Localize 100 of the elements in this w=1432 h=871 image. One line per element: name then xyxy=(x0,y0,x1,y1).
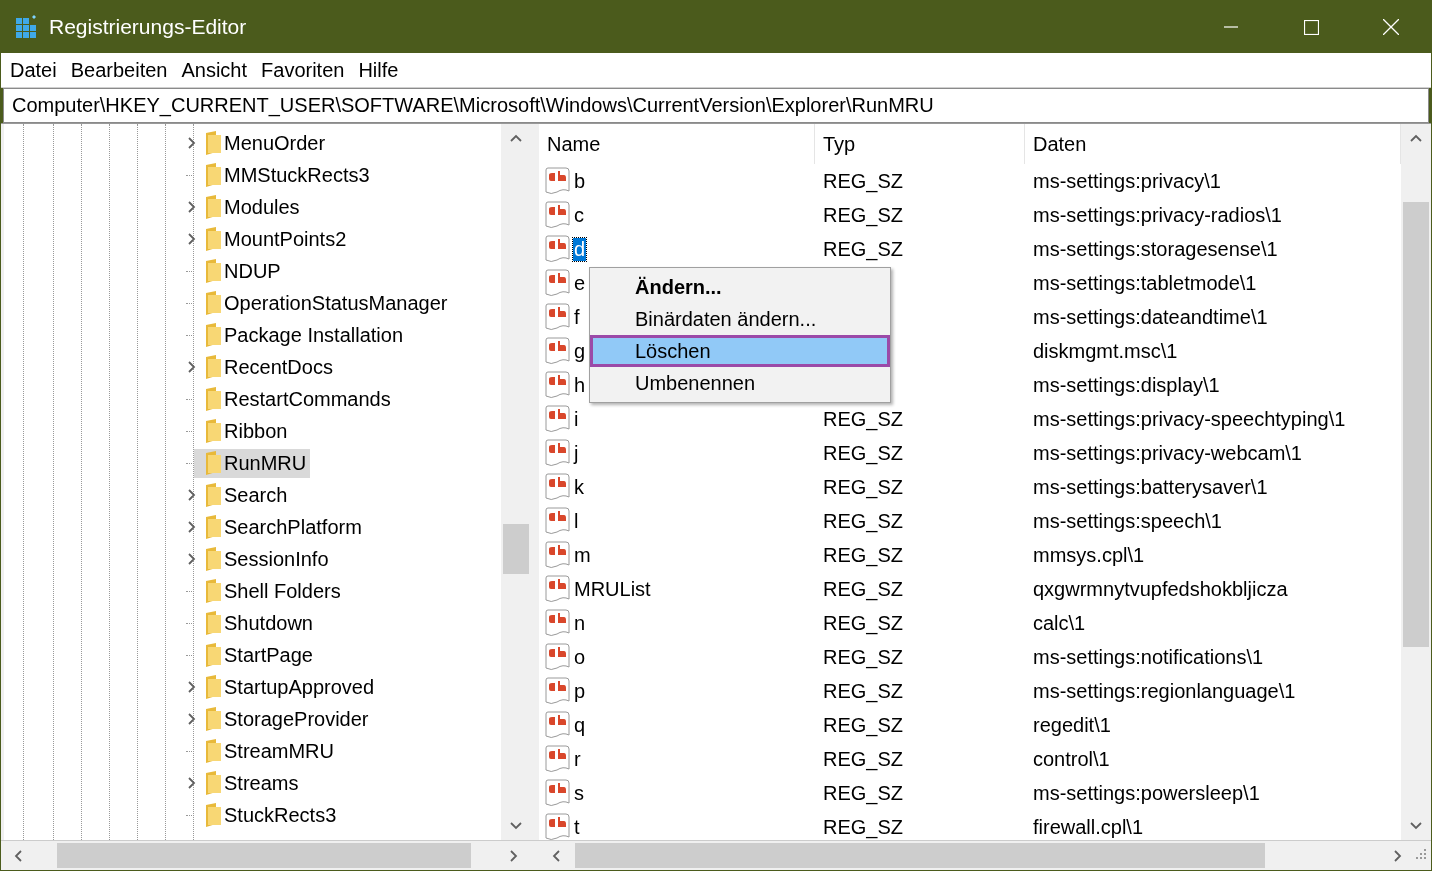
folder-icon xyxy=(204,355,222,379)
tree-item[interactable]: OperationStatusManager xyxy=(194,288,452,318)
tree-item[interactable]: Shell Folders xyxy=(194,576,345,606)
table-cell: REG_SZ xyxy=(823,441,904,465)
tree-item[interactable]: Search xyxy=(194,480,292,510)
value-name[interactable]: s xyxy=(573,781,585,805)
folder-icon xyxy=(204,803,222,827)
tree-item[interactable]: StartupApproved xyxy=(194,672,379,702)
table-cell: REG_SZ xyxy=(823,509,904,533)
value-name[interactable]: n xyxy=(573,611,587,635)
tree-item[interactable]: Shutdown xyxy=(194,608,317,638)
folder-icon xyxy=(204,579,222,603)
menu-item[interactable]: Datei xyxy=(3,58,64,82)
document-icon xyxy=(545,507,571,535)
tree-item[interactable]: NDUP xyxy=(194,256,285,286)
close-icon xyxy=(1383,19,1399,35)
menu-item[interactable]: Ändern... xyxy=(590,271,890,303)
tree-item[interactable]: StreamMRU xyxy=(194,736,338,766)
table-cell: control\1 xyxy=(1033,747,1110,771)
document-icon xyxy=(545,779,571,807)
scrollbar-thumb[interactable] xyxy=(503,524,529,574)
menu-item[interactable]: Favoriten xyxy=(254,58,352,82)
table-cell: REG_SZ xyxy=(823,169,904,193)
scroll-left-icon[interactable] xyxy=(551,849,563,862)
value-name[interactable]: k xyxy=(573,475,585,499)
table-cell: regedit\1 xyxy=(1033,713,1111,737)
table-cell: REG_SZ xyxy=(823,815,904,839)
value-name[interactable]: h xyxy=(573,373,587,397)
address-bar[interactable]: Computer\HKEY_CURRENT_USER\SOFTWARE\Microsoft\Windows\CurrentVersion\Explorer\RunMRU xyxy=(3,88,1429,123)
value-name[interactable]: j xyxy=(573,441,580,465)
folder-icon xyxy=(204,291,222,315)
scroll-down-icon[interactable] xyxy=(1410,819,1422,831)
value-name[interactable]: b xyxy=(573,169,587,193)
document-icon xyxy=(545,439,571,467)
menu-item[interactable]: Hilfe xyxy=(351,58,406,82)
scroll-right-icon[interactable] xyxy=(507,849,519,862)
tree-item[interactable]: RunMRU xyxy=(194,448,311,478)
menu-item[interactable]: Binärdaten ändern... xyxy=(590,303,890,335)
tree-item[interactable]: StartPage xyxy=(194,640,317,670)
scrollbar-thumb[interactable] xyxy=(575,843,1265,868)
tree-item[interactable]: SearchPlatform xyxy=(194,512,366,542)
value-name[interactable]: o xyxy=(573,645,587,669)
table-cell: REG_SZ xyxy=(823,475,904,499)
scroll-down-icon[interactable] xyxy=(510,819,522,831)
scrollbar-thumb[interactable] xyxy=(57,843,471,868)
value-name[interactable]: d xyxy=(573,237,587,261)
document-icon xyxy=(545,371,571,399)
value-name[interactable]: p xyxy=(573,679,587,703)
folder-icon xyxy=(204,547,222,571)
tree-item[interactable]: MMStuckRects3 xyxy=(194,160,374,190)
value-name[interactable]: l xyxy=(573,509,580,533)
folder-icon xyxy=(204,483,222,507)
value-name[interactable]: t xyxy=(573,815,581,839)
document-icon xyxy=(545,405,571,433)
tree-item[interactable]: Ribbon xyxy=(194,416,292,446)
column-header[interactable]: Typ xyxy=(815,124,1025,164)
folder-icon xyxy=(204,195,222,219)
column-header[interactable]: Name xyxy=(539,124,815,164)
document-icon xyxy=(545,609,571,637)
value-name[interactable]: c xyxy=(573,203,585,227)
document-icon xyxy=(545,269,571,297)
value-name[interactable]: i xyxy=(573,407,580,431)
table-cell: ms-settings:display\1 xyxy=(1033,373,1220,397)
scrollbar-thumb[interactable] xyxy=(1403,202,1429,647)
tree-item[interactable]: Package Installation xyxy=(194,320,407,350)
tree-item[interactable]: MenuOrder xyxy=(194,128,330,158)
folder-icon xyxy=(204,611,222,635)
table-cell: ms-settings:privacy-radios\1 xyxy=(1033,203,1282,227)
tree-item[interactable]: RestartCommands xyxy=(194,384,395,414)
value-name[interactable]: g xyxy=(573,339,587,363)
resize-grip-icon[interactable] xyxy=(1415,847,1427,860)
value-name[interactable]: e xyxy=(573,271,587,295)
menu-item[interactable]: Ansicht xyxy=(174,58,255,82)
tree-item[interactable]: RecentDocs xyxy=(194,352,337,382)
tree-item[interactable]: StorageProvider xyxy=(194,704,373,734)
table-cell: ms-settings:powersleep\1 xyxy=(1033,781,1260,805)
tree-item[interactable]: SessionInfo xyxy=(194,544,333,574)
scroll-right-icon[interactable] xyxy=(1391,849,1403,862)
menu-item[interactable]: Löschen xyxy=(590,335,890,367)
table-cell: REG_SZ xyxy=(823,407,904,431)
table-cell: ms-settings:batterysaver\1 xyxy=(1033,475,1268,499)
folder-icon xyxy=(204,707,222,731)
menu-item[interactable]: Bearbeiten xyxy=(63,58,175,82)
table-cell: ms-settings:privacy-webcam\1 xyxy=(1033,441,1302,465)
tree-item[interactable]: Modules xyxy=(194,192,304,222)
scroll-left-icon[interactable] xyxy=(13,849,25,862)
document-icon xyxy=(545,167,571,195)
menu-item[interactable]: Umbenennen xyxy=(590,367,890,399)
value-name[interactable]: r xyxy=(573,747,582,771)
value-name[interactable]: f xyxy=(573,305,581,329)
value-name[interactable]: q xyxy=(573,713,587,737)
value-name[interactable]: MRUList xyxy=(573,577,652,601)
tree-item[interactable]: StuckRects3 xyxy=(194,800,341,830)
table-cell: REG_SZ xyxy=(823,543,904,567)
tree-item[interactable]: Streams xyxy=(194,768,303,798)
folder-icon xyxy=(204,131,222,155)
value-name[interactable]: m xyxy=(573,543,592,567)
tree-item[interactable]: MountPoints2 xyxy=(194,224,351,254)
document-icon xyxy=(545,745,571,773)
table-cell: REG_SZ xyxy=(823,237,904,261)
